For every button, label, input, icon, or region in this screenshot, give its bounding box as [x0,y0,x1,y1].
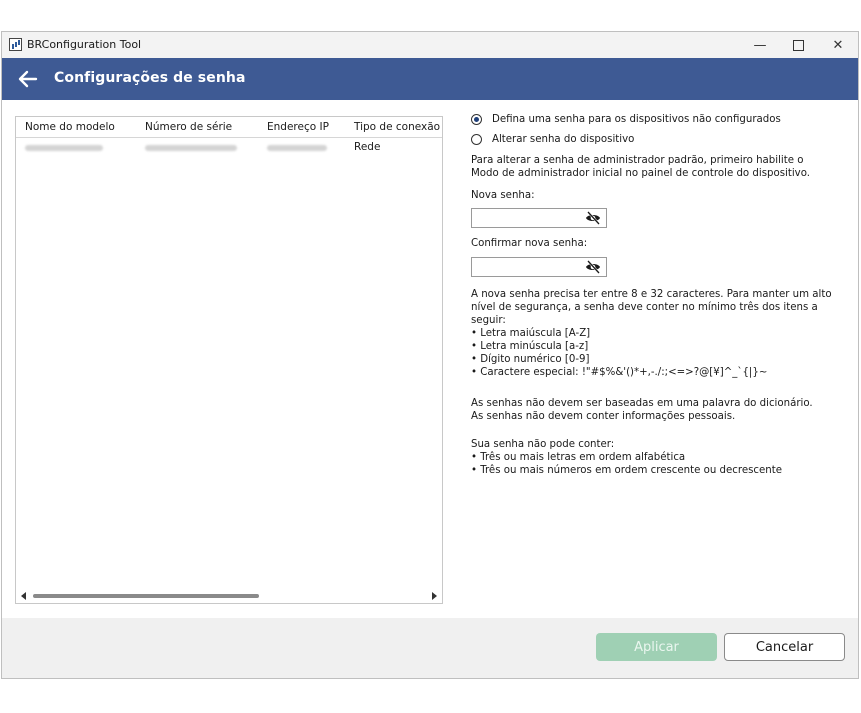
title-bar: BRConfiguration Tool — ✕ [2,32,858,58]
scroll-left-icon[interactable] [21,592,26,600]
apply-button[interactable]: Aplicar [596,633,717,661]
device-list-header: Nome do modelo Número de série Endereço … [16,117,442,138]
rule-item: • Letra minúscula [a-z] [471,341,589,352]
app-icon [9,38,22,51]
table-row[interactable]: Rede [16,139,442,157]
dictionary-note: As senhas não devem ser baseadas em uma … [471,398,813,409]
column-header-ip[interactable]: Endereço IP [267,121,329,133]
new-password-label: Nova senha: [471,190,535,201]
rule-item: • Caractere especial: !"#$%&'()*+,-./:;<… [471,367,768,378]
window-title: BRConfiguration Tool [27,38,142,51]
page-title: Configurações de senha [54,70,246,86]
app-window: BRConfiguration Tool — ✕ Configurações d… [1,31,859,679]
eye-hidden-icon[interactable] [584,211,602,225]
serial-cell-redacted [145,145,237,151]
confirm-password-label: Confirmar nova senha: [471,238,588,249]
new-password-field[interactable] [471,208,607,228]
maximize-icon [792,39,804,51]
radio-change-password[interactable]: Alterar senha do dispositivo [471,133,634,146]
rule-item: • Letra maiúscula [A-Z] [471,328,591,339]
cannot-contain-title: Sua senha não pode conter: [471,439,615,450]
scrollbar-thumb[interactable] [33,594,259,598]
maximize-button[interactable] [780,32,816,58]
column-header-model[interactable]: Nome do modelo [25,121,115,133]
confirm-password-field[interactable] [471,257,607,277]
column-header-serial[interactable]: Número de série [145,121,232,133]
back-arrow-icon[interactable] [16,67,40,91]
radio-set-password-label: Defina uma senha para os dispositivos nã… [492,114,781,125]
cannot-contain-item: • Três ou mais letras em ordem alfabétic… [471,452,686,463]
radio-change-password-label: Alterar senha do dispositivo [492,134,635,145]
page-header: Configurações de senha [2,58,858,100]
radio-selected-icon[interactable] [471,114,482,125]
connection-cell: Rede [354,141,381,153]
eye-hidden-icon[interactable] [584,260,602,274]
minimize-button[interactable]: — [742,32,778,58]
cannot-contain-item: • Três ou mais números em ordem crescent… [471,465,782,476]
model-cell-redacted [25,145,103,151]
footer-bar: Aplicar Cancelar [2,618,858,678]
ip-cell-redacted [267,145,327,151]
radio-unselected-icon[interactable] [471,134,482,145]
column-header-connection[interactable]: Tipo de conexão [354,121,440,133]
horizontal-scrollbar[interactable] [16,589,442,603]
radio-set-password[interactable]: Defina uma senha para os dispositivos nã… [471,113,781,126]
close-button[interactable]: ✕ [820,32,856,58]
rule-item: • Dígito numérico [0-9] [471,354,590,365]
password-rules-intro: A nova senha precisa ter entre 8 e 32 ca… [471,289,832,326]
scroll-right-icon[interactable] [432,592,437,600]
personal-info-note: As senhas não devem conter informações p… [471,411,736,422]
change-password-note: Para alterar a senha de administrador pa… [471,155,810,179]
cancel-button[interactable]: Cancelar [724,633,845,661]
device-list[interactable]: Nome do modelo Número de série Endereço … [15,116,443,604]
